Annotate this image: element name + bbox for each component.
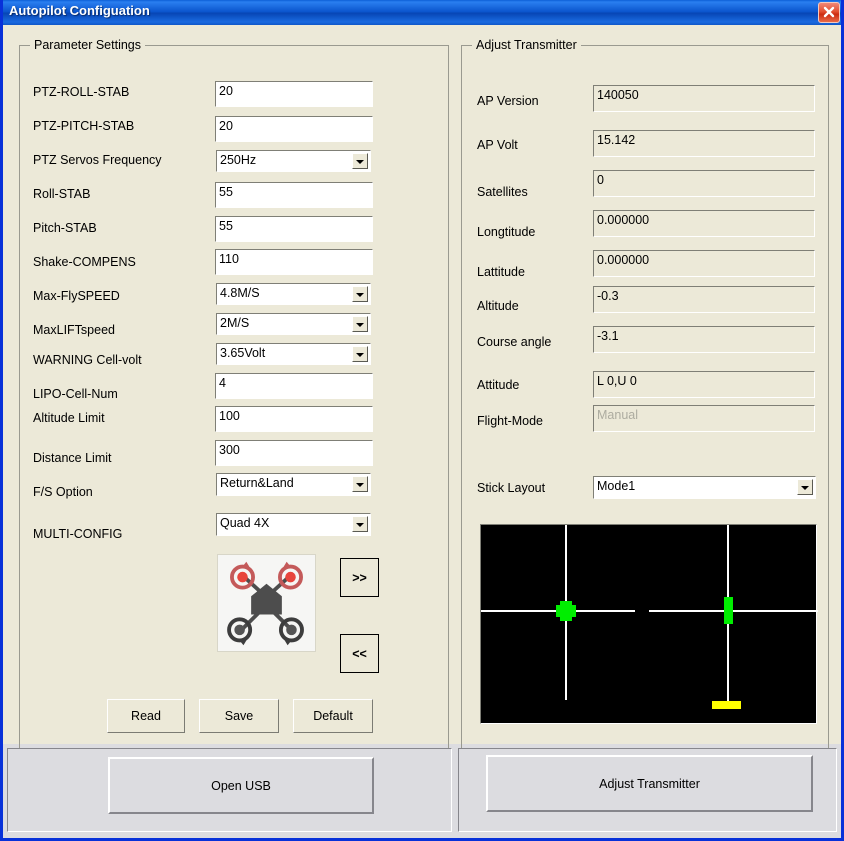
- value-flight-mode: Manual: [593, 405, 815, 432]
- select-maxliftspeed-value: 2M/S: [220, 316, 250, 330]
- label-lattitude: Lattitude: [477, 265, 525, 279]
- value-lattitude: 0.000000: [593, 250, 815, 277]
- default-button[interactable]: Default: [293, 699, 373, 733]
- window-title: Autopilot Configuation: [9, 3, 150, 18]
- adjust-transmitter-button[interactable]: Adjust Transmitter: [486, 755, 813, 812]
- stick-display: [480, 524, 818, 724]
- label-ptz-pitch-stab: PTZ-PITCH-STAB: [33, 119, 135, 133]
- select-ptz-servos-frequency[interactable]: 250Hz: [216, 150, 371, 172]
- value-ap-volt: 15.142: [593, 130, 815, 157]
- label-shake-compens: Shake-COMPENS: [33, 255, 136, 269]
- value-longtitude: 0.000000: [593, 210, 815, 237]
- value-ap-version: 140050: [593, 85, 815, 112]
- chevron-down-icon[interactable]: [352, 346, 368, 362]
- value-course-angle: -3.1: [593, 326, 815, 353]
- input-ptz-pitch-stab[interactable]: 20: [215, 116, 373, 142]
- chevron-down-icon[interactable]: [352, 286, 368, 302]
- label-longtitude: Longtitude: [477, 225, 536, 239]
- input-ptz-roll-stab[interactable]: 20: [215, 81, 373, 107]
- value-satellites: 0: [593, 170, 815, 197]
- label-altitude-limit: Altitude Limit: [33, 411, 105, 425]
- label-ptz-servos-frequency: PTZ Servos Frequency: [33, 153, 162, 167]
- label-distance-limit: Distance Limit: [33, 451, 112, 465]
- label-ap-version: AP Version: [477, 94, 539, 108]
- label-altitude: Altitude: [477, 299, 519, 313]
- stick-left-cursor-h: [556, 605, 576, 617]
- close-button[interactable]: [818, 2, 840, 23]
- input-altitude-limit[interactable]: 100: [215, 406, 373, 432]
- label-course-angle: Course angle: [477, 335, 552, 349]
- chevron-down-icon[interactable]: [797, 479, 813, 495]
- quad-4x-icon: [227, 561, 304, 646]
- chevron-down-icon[interactable]: [352, 476, 368, 492]
- select-stick-layout[interactable]: Mode1: [593, 476, 816, 499]
- window-titlebar: Autopilot Configuation: [3, 0, 841, 25]
- input-distance-limit[interactable]: 300: [215, 440, 373, 466]
- label-multi-config: MULTI-CONFIG: [33, 527, 123, 541]
- select-warning-cell-volt-value: 3.65Volt: [220, 346, 266, 360]
- label-maxliftspeed: MaxLIFTspeed: [33, 323, 115, 337]
- chevron-down-icon[interactable]: [352, 316, 368, 332]
- input-pitch-stab[interactable]: 55: [215, 216, 373, 242]
- quadcopter-diagram: [217, 554, 316, 652]
- label-stick-layout: Stick Layout: [477, 481, 546, 495]
- label-attitude: Attitude: [477, 378, 520, 392]
- select-fs-option[interactable]: Return&Land: [216, 473, 371, 496]
- select-multi-config[interactable]: Quad 4X: [216, 513, 371, 536]
- stick-right-cursor: [724, 597, 733, 624]
- label-roll-stab: Roll-STAB: [33, 187, 91, 201]
- select-stick-layout-value: Mode1: [597, 479, 636, 493]
- next-config-button[interactable]: >>: [340, 558, 379, 597]
- select-ptz-servos-frequency-value: 250Hz: [220, 153, 257, 167]
- read-button[interactable]: Read: [107, 699, 185, 733]
- adjust-transmitter-legend: Adjust Transmitter: [472, 38, 581, 52]
- save-button[interactable]: Save: [199, 699, 279, 733]
- open-usb-button[interactable]: Open USB: [108, 757, 374, 814]
- input-shake-compens[interactable]: 110: [215, 249, 373, 275]
- label-fs-option: F/S Option: [33, 485, 93, 499]
- label-ap-volt: AP Volt: [477, 138, 518, 152]
- select-warning-cell-volt[interactable]: 3.65Volt: [216, 343, 371, 365]
- select-max-flyspeed-value: 4.8M/S: [220, 286, 260, 300]
- select-multi-config-value: Quad 4X: [220, 516, 270, 530]
- label-lipo-cell-num: LIPO-Cell-Num: [33, 387, 118, 401]
- throttle-bar: [712, 701, 741, 709]
- stick-right-horizontal-axis: [649, 610, 818, 612]
- autopilot-configuration-window: Autopilot Configuation Parameter Setting…: [0, 0, 844, 841]
- value-attitude: L 0,U 0: [593, 371, 815, 398]
- label-satellites: Satellites: [477, 185, 528, 199]
- label-flight-mode: Flight-Mode: [477, 414, 543, 428]
- label-max-flyspeed: Max-FlySPEED: [33, 289, 120, 303]
- parameter-settings-legend: Parameter Settings: [30, 38, 145, 52]
- value-altitude: -0.3: [593, 286, 815, 313]
- prev-config-button[interactable]: <<: [340, 634, 379, 673]
- select-maxliftspeed[interactable]: 2M/S: [216, 313, 371, 335]
- label-warning-cell-volt: WARNING Cell-volt: [33, 353, 142, 367]
- chevron-down-icon[interactable]: [352, 516, 368, 532]
- input-lipo-cell-num[interactable]: 4: [215, 373, 373, 399]
- select-fs-option-value: Return&Land: [220, 476, 294, 490]
- input-roll-stab[interactable]: 55: [215, 182, 373, 208]
- label-pitch-stab: Pitch-STAB: [33, 221, 97, 235]
- chevron-down-icon[interactable]: [352, 153, 368, 169]
- label-ptz-roll-stab: PTZ-ROLL-STAB: [33, 85, 130, 99]
- select-max-flyspeed[interactable]: 4.8M/S: [216, 283, 371, 305]
